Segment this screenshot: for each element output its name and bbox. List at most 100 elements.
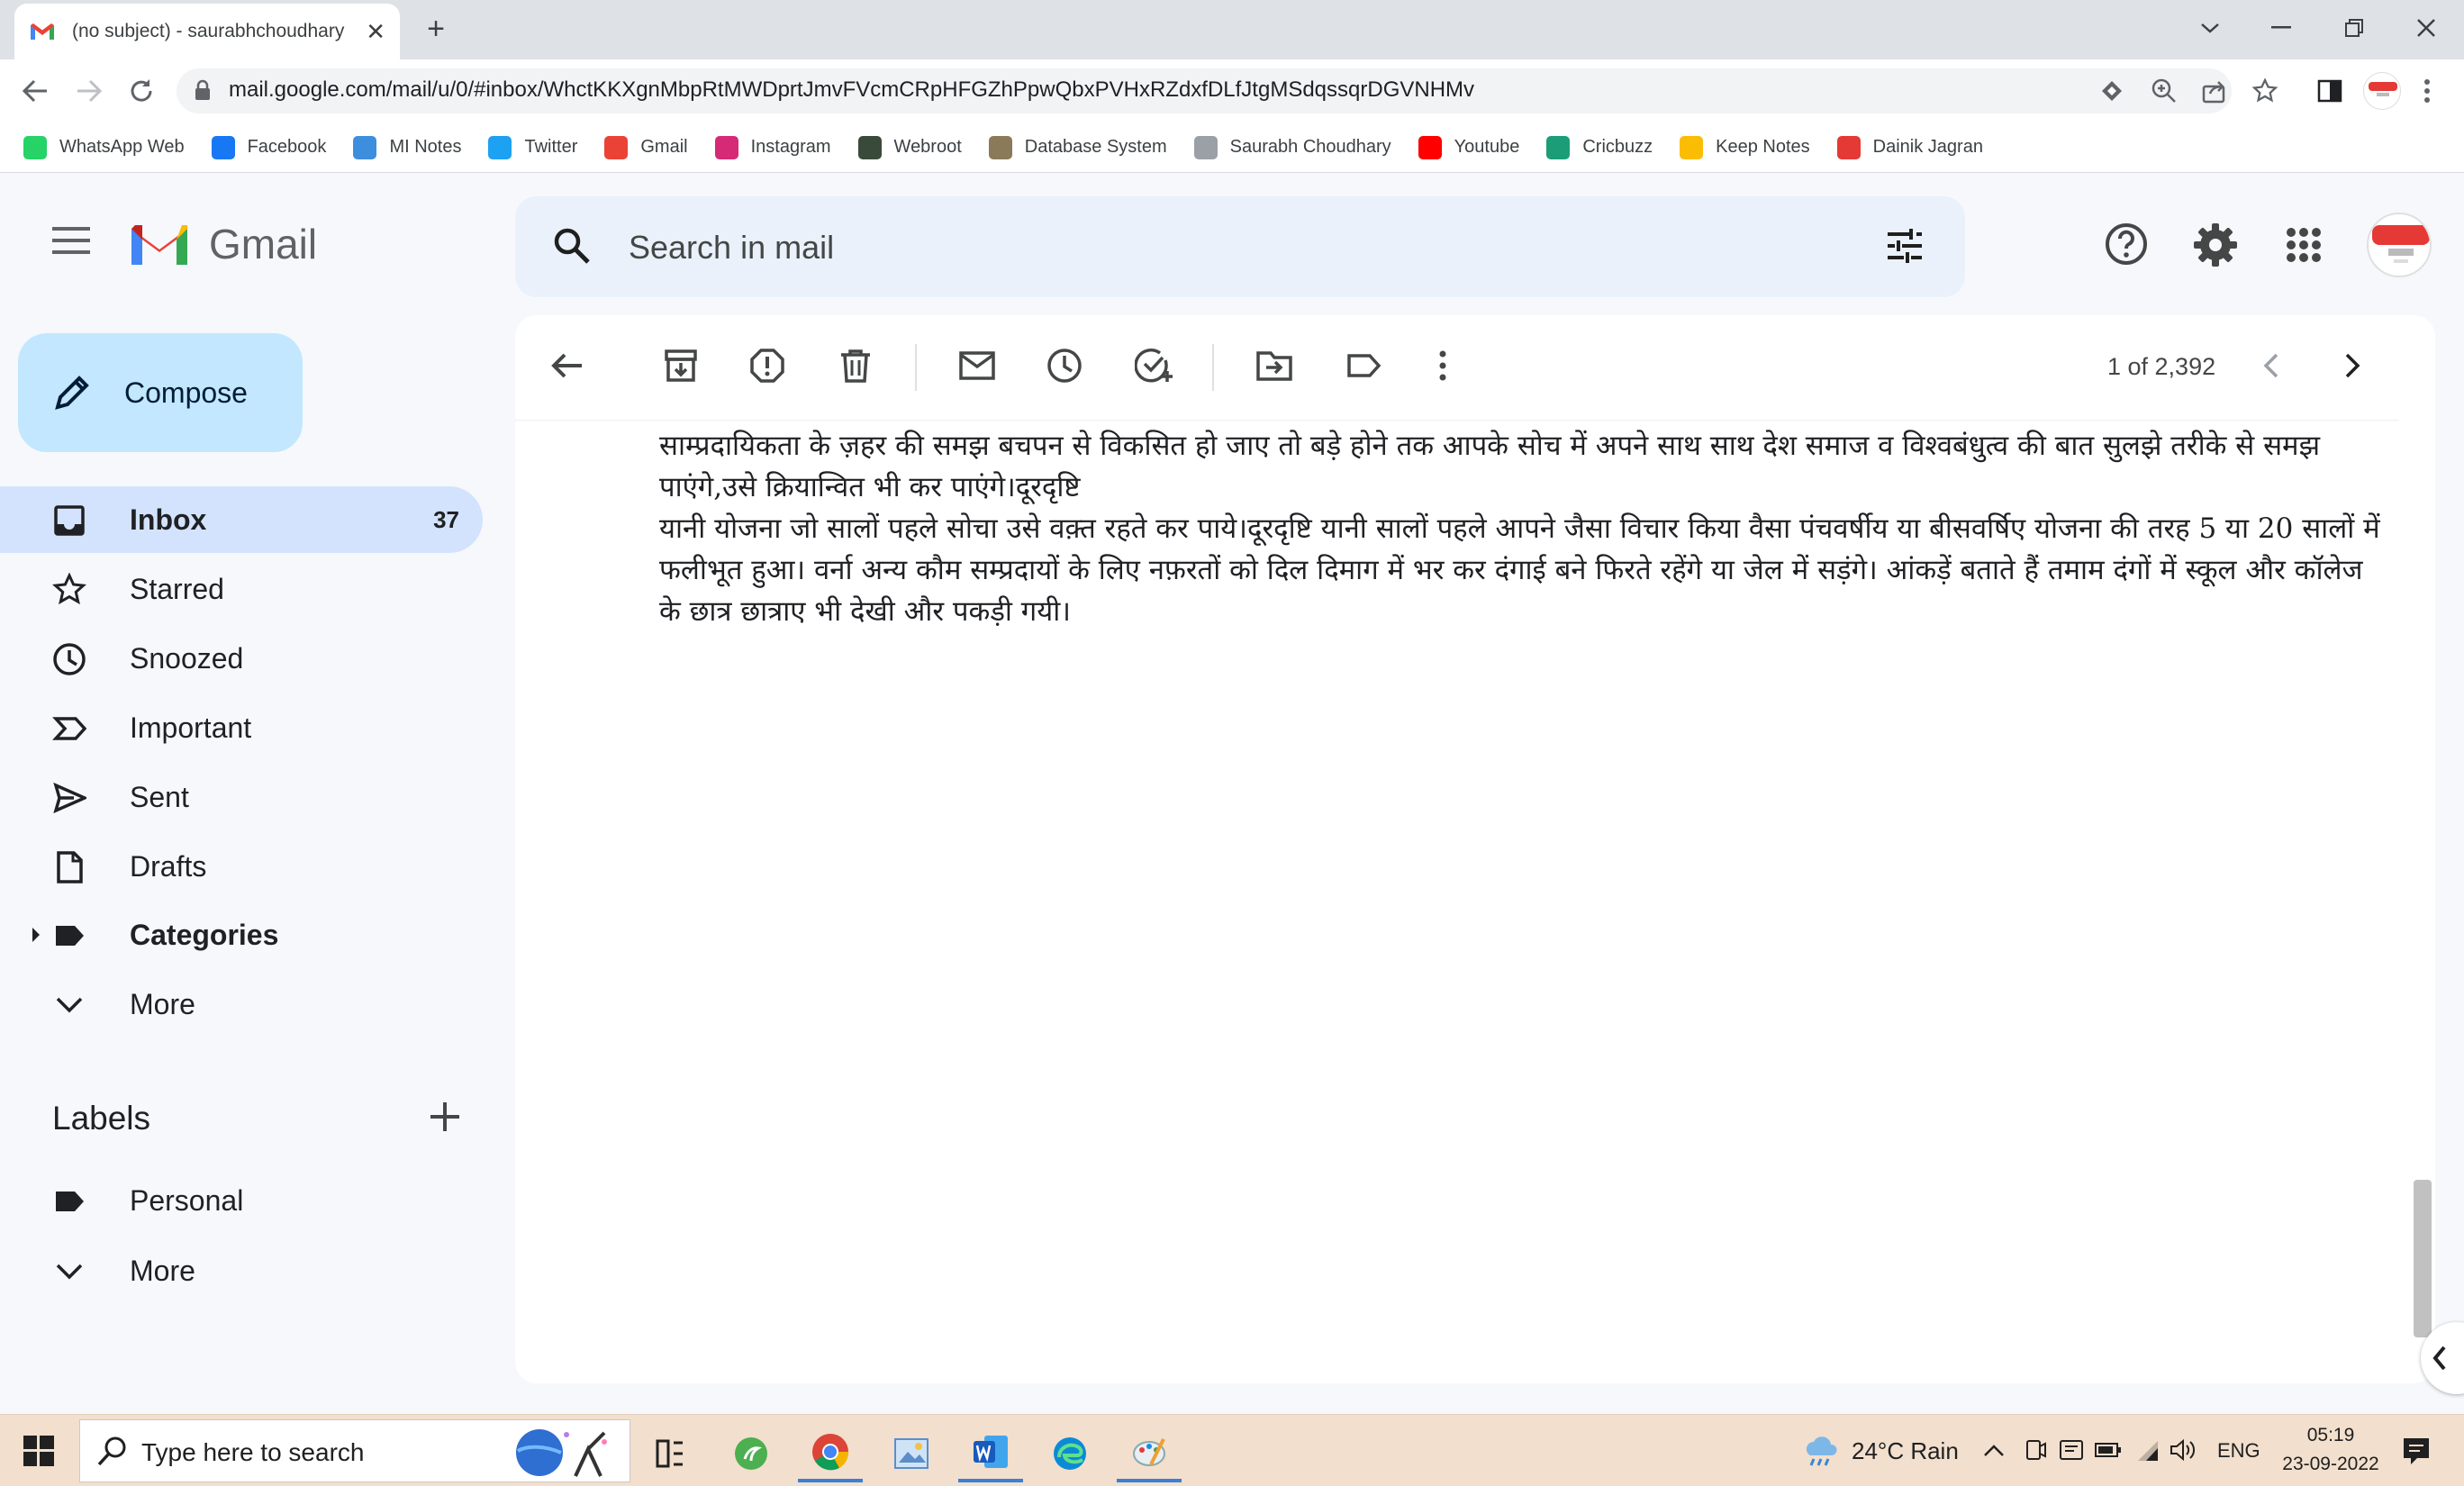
bookmark-item[interactable]: Instagram xyxy=(714,135,831,159)
report-spam-icon[interactable] xyxy=(749,348,785,384)
new-tab-button[interactable]: + xyxy=(416,11,456,50)
expand-arrow-icon[interactable] xyxy=(31,926,41,944)
search-bar[interactable]: Search in mail xyxy=(515,196,1965,297)
bookmark-item[interactable]: WhatsApp Web xyxy=(23,135,185,159)
zoom-icon[interactable] xyxy=(2151,77,2178,104)
bookmark-item[interactable]: Database System xyxy=(988,135,1167,159)
image-viewer-icon[interactable] xyxy=(879,1425,944,1482)
search-options-icon[interactable] xyxy=(1884,225,1925,267)
volume-icon[interactable] xyxy=(2169,1437,2196,1463)
battery-icon[interactable] xyxy=(2095,1439,2122,1461)
tray-app-icon[interactable] xyxy=(2059,1437,2084,1463)
nav-item-starred[interactable]: Starred xyxy=(0,556,483,622)
back-to-inbox-icon[interactable] xyxy=(549,348,585,384)
tab-close-icon[interactable]: ✕ xyxy=(366,18,385,46)
more-options-icon[interactable] xyxy=(1434,348,1452,384)
gmail-logo[interactable]: Gmail xyxy=(128,220,317,268)
apps-grid-icon[interactable] xyxy=(2286,227,2322,263)
edge-taskbar-icon[interactable] xyxy=(1037,1425,1102,1482)
bookmark-item[interactable]: MI Notes xyxy=(353,135,461,159)
older-chevron-right-icon[interactable] xyxy=(2340,348,2365,384)
archive-icon[interactable] xyxy=(663,348,699,384)
snooze-clock-icon[interactable] xyxy=(1046,348,1083,384)
share-icon[interactable] xyxy=(2201,77,2228,104)
account-avatar[interactable] xyxy=(2367,213,2432,277)
bookmark-item[interactable]: Webroot xyxy=(857,135,962,159)
browser-tab[interactable]: (no subject) - saurabhchoudhary ✕ xyxy=(14,4,400,59)
settings-gear-icon[interactable] xyxy=(2192,222,2239,268)
help-icon[interactable] xyxy=(2104,222,2149,267)
back-arrow-icon[interactable] xyxy=(20,76,50,106)
nav-item-important[interactable]: Important xyxy=(0,694,483,761)
word-taskbar-icon[interactable] xyxy=(958,1425,1023,1482)
nav-item-categories[interactable]: Categories xyxy=(0,902,483,968)
main-menu-icon[interactable] xyxy=(52,225,92,256)
weather-rain-icon[interactable] xyxy=(1803,1436,1839,1468)
compose-button[interactable]: Compose xyxy=(18,333,303,452)
extension-icon[interactable] xyxy=(2100,79,2124,103)
nav-item-drafts[interactable]: Drafts xyxy=(0,833,483,900)
bookmark-item[interactable]: Keep Notes xyxy=(1680,135,1810,159)
gmail-wordmark: Gmail xyxy=(209,221,318,267)
search-icon[interactable] xyxy=(551,225,593,267)
nav-item-inbox[interactable]: Inbox 37 xyxy=(0,486,483,553)
windows-start-icon[interactable] xyxy=(23,1436,54,1466)
delete-trash-icon[interactable] xyxy=(838,348,874,384)
bookmark-item[interactable]: Cricbuzz xyxy=(1546,135,1653,159)
restore-button[interactable] xyxy=(2318,0,2390,56)
taskbar-search-box[interactable]: Type here to search xyxy=(79,1419,630,1482)
paint-taskbar-icon[interactable] xyxy=(1117,1425,1182,1482)
add-label-icon[interactable] xyxy=(427,1099,463,1135)
scrollbar-thumb[interactable] xyxy=(2414,1180,2432,1337)
whatsapp-icon xyxy=(23,135,47,159)
green-app-icon[interactable] xyxy=(719,1425,784,1482)
nav-item-more[interactable]: More xyxy=(0,971,483,1037)
unread-count: 37 xyxy=(433,505,459,533)
bookmark-label: Gmail xyxy=(640,137,688,157)
side-panel-toggle[interactable] xyxy=(2421,1322,2464,1394)
notifications-icon[interactable] xyxy=(2401,1436,2432,1466)
system-clock[interactable]: 05:19 23-09-2022 xyxy=(2277,1421,2385,1479)
side-panel-icon[interactable] xyxy=(2316,77,2343,104)
meet-now-icon[interactable] xyxy=(2025,1437,2048,1463)
bookmarks-bar: WhatsApp Web Facebook MI Notes Twitter Gmail… xyxy=(0,122,2464,173)
nav-item-snoozed[interactable]: Snoozed xyxy=(0,625,483,692)
move-to-icon[interactable] xyxy=(1255,348,1293,384)
minimize-button[interactable] xyxy=(2246,0,2318,56)
mark-unread-icon[interactable] xyxy=(958,348,996,384)
compose-label: Compose xyxy=(124,376,248,409)
weather-text[interactable]: 24°C Rain xyxy=(1852,1437,1959,1465)
bookmark-star-icon[interactable] xyxy=(2251,77,2278,104)
close-window-button[interactable] xyxy=(2390,0,2462,56)
search-input[interactable]: Search in mail xyxy=(629,229,834,267)
labels-heading: Labels xyxy=(52,1100,151,1137)
task-view-icon[interactable] xyxy=(638,1425,702,1482)
bookmark-item[interactable]: Dainik Jagran xyxy=(1836,135,1983,159)
bookmark-item[interactable]: Facebook xyxy=(211,135,326,159)
newer-chevron-left-icon[interactable] xyxy=(2259,348,2284,384)
label-tag-icon[interactable] xyxy=(1345,348,1381,384)
bookmark-item[interactable]: Saurabh Choudhary xyxy=(1193,135,1391,159)
nav-item-more[interactable]: More xyxy=(0,1237,483,1304)
chrome-taskbar-icon[interactable] xyxy=(798,1425,863,1482)
dainik-jagran-icon xyxy=(1836,135,1861,159)
url-text[interactable]: mail.google.com/mail/u/0/#inbox/WhctKKXg… xyxy=(229,77,1474,103)
tab-search-icon[interactable] xyxy=(2174,0,2246,56)
add-to-tasks-icon[interactable] xyxy=(1135,348,1174,384)
nav-item-personal[interactable]: Personal xyxy=(0,1167,483,1234)
bookmark-item[interactable]: Gmail xyxy=(604,135,688,159)
forward-arrow-icon[interactable] xyxy=(74,76,104,106)
profile-avatar-icon[interactable] xyxy=(2363,72,2401,110)
lock-icon[interactable] xyxy=(195,79,211,101)
wifi-icon[interactable] xyxy=(2133,1437,2160,1463)
language-indicator[interactable]: ENG xyxy=(2217,1439,2260,1463)
nav-item-sent[interactable]: Sent xyxy=(0,764,483,830)
tray-chevron-up-icon[interactable] xyxy=(1981,1441,2007,1459)
reload-icon[interactable] xyxy=(126,76,157,106)
chrome-menu-icon[interactable] xyxy=(2423,77,2432,104)
bookmark-label: Saurabh Choudhary xyxy=(1229,137,1391,157)
bookmark-item[interactable]: Twitter xyxy=(488,135,577,159)
search-highlight-icon[interactable] xyxy=(503,1424,621,1480)
bookmark-item[interactable]: Youtube xyxy=(1418,135,1519,159)
taskbar-search-input[interactable]: Type here to search xyxy=(141,1438,364,1467)
